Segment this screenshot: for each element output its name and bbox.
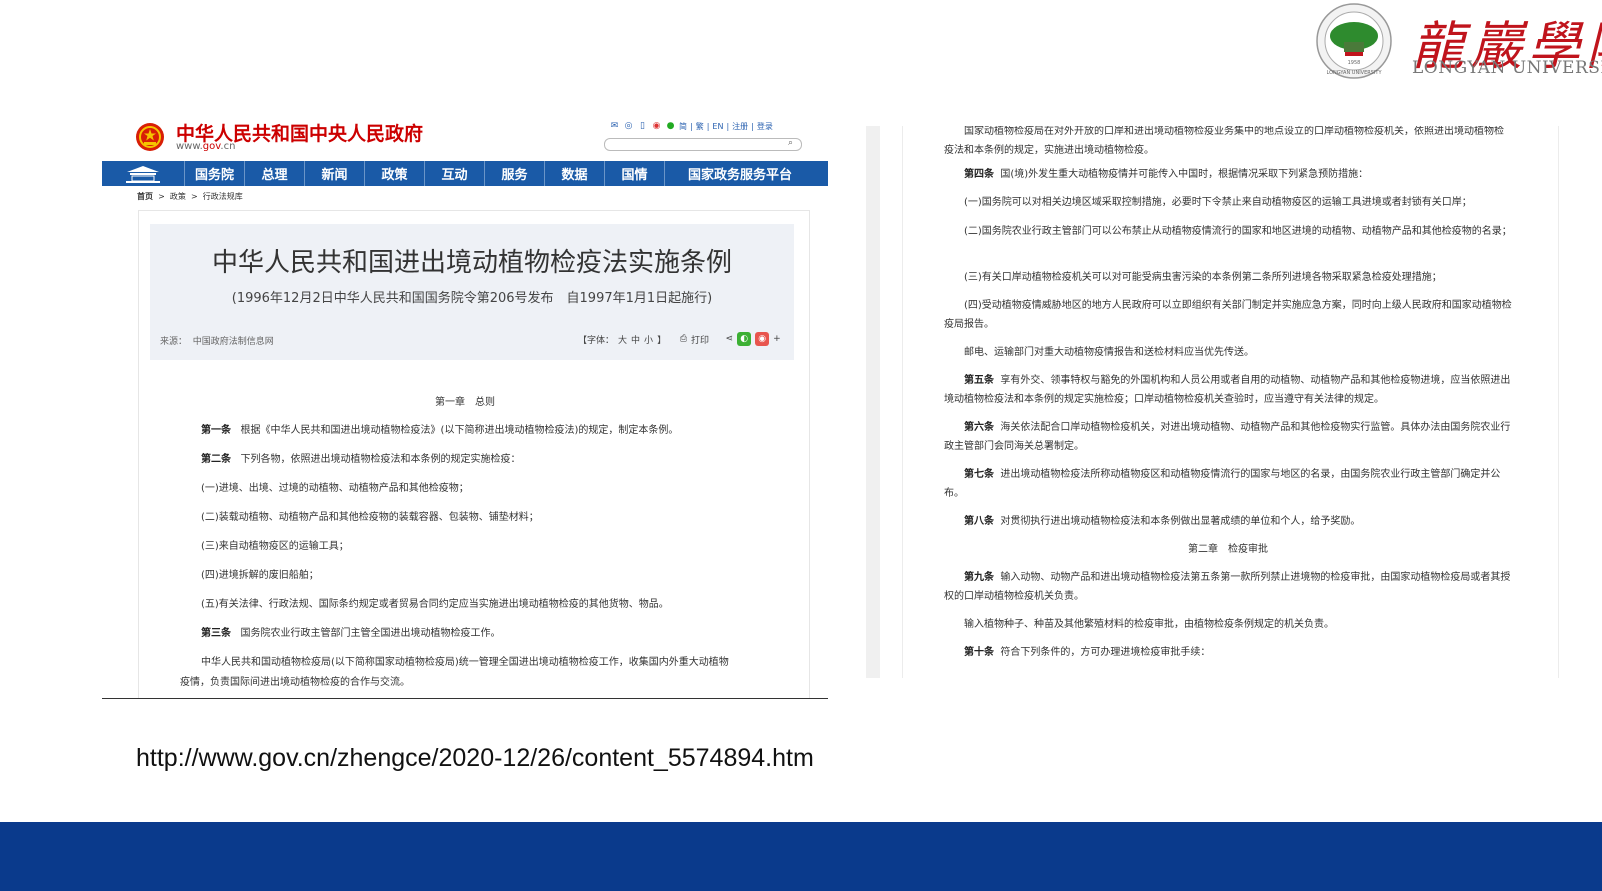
breadcrumb-law-library[interactable]: 行政法规库 [203, 192, 243, 201]
regulation-paragraph: 邮电、运输部门对重大动植物疫情报告和送检材料应当优先传送。 [964, 347, 1254, 358]
print-icon[interactable]: ⎙ [680, 334, 687, 344]
page-title: 中华人民共和国进出境动植物检疫法实施条例 [211, 248, 732, 278]
gov-page-screenshot: 中华人民共和国中央人民政府 www.gov.cn ✉ ◎ ▯ ◉ ● 简 | 繁… [102, 113, 828, 699]
article-paragraph: (三)来自动植物疫区的运输工具； [201, 541, 349, 552]
nav-data[interactable]: 数据 [545, 161, 605, 186]
search-input[interactable] [604, 138, 802, 151]
svg-text:LONGYAN UNIVERSITY: LONGYAN UNIVERSITY [1326, 70, 1382, 76]
link-english[interactable]: EN [712, 122, 723, 131]
nav-home-icon[interactable] [102, 161, 185, 186]
nav-premier[interactable]: 总理 [245, 161, 305, 186]
regulation-paragraph: 第八条 对贯彻执行进出境动植物检疫法和本条例做出显著成绩的单位和个人，给予奖励。 [964, 516, 1361, 527]
more-share-button[interactable]: + [773, 334, 781, 344]
breadcrumb-policy[interactable]: 政策 [170, 192, 186, 201]
chapter-heading: 第二章 检疫审批 [1188, 544, 1268, 555]
weibo-icon[interactable]: ◉ [651, 122, 662, 131]
regulation-paragraph: 第四条 国(境)外发生重大动植物疫情并可能传入中国时，根据情况采取下列紧急预防措… [964, 169, 1369, 180]
regulation-continuation: 国家动植物检疫局在对外开放的口岸和进出境动植物检疫业务集中的地点设立的口岸动植物… [866, 126, 1560, 678]
mail-icon[interactable]: ✉ [609, 122, 620, 131]
regulation-paragraph: (三)有关口岸动植物检疫机关可以对可能受病虫害污染的本条例第二条所列进境各物采取… [964, 272, 1442, 283]
nav-national-info[interactable]: 国情 [605, 161, 665, 186]
link-simplified[interactable]: 简 [679, 121, 687, 132]
nav-news[interactable]: 新闻 [305, 161, 365, 186]
chapter-heading: 第一章 总则 [435, 397, 495, 408]
link-traditional[interactable]: 繁 [696, 121, 704, 132]
breadcrumb: 首页 > 政策 > 行政法规库 [137, 192, 243, 201]
footer-band [0, 822, 1602, 891]
article-header: 中华人民共和国进出境动植物检疫法实施条例 (1996年12月2日中华人民共和国国… [150, 224, 794, 360]
regulation-paragraph: 输入植物种子、种苗及其他繁殖材料的检疫审批，由植物检疫条例规定的机关负责。 [964, 619, 1334, 630]
wechat-icon[interactable]: ● [665, 122, 676, 131]
search-icon[interactable]: ⌕ [788, 138, 793, 148]
source-url-caption[interactable]: http://www.gov.cn/zhengce/2020-12/26/con… [136, 744, 814, 773]
font-size-small[interactable]: 小 [644, 333, 653, 346]
university-seal-icon: 1958 LONGYAN UNIVERSITY [1316, 3, 1392, 79]
article-source: 来源： 中国政府法制信息网 [160, 337, 274, 347]
mobile-icon[interactable]: ▯ [637, 122, 648, 131]
article-paragraph: 第一条 根据《中华人民共和国进出境动植物检疫法》(以下简称进出境动植物检疫法)的… [201, 425, 679, 436]
link-login[interactable]: 登录 [757, 121, 773, 132]
nav-state-council[interactable]: 国务院 [185, 161, 245, 186]
nav-service[interactable]: 服务 [485, 161, 545, 186]
print-button[interactable]: 打印 [691, 333, 709, 346]
article-paragraph: (四)进境拆解的废旧船舶； [201, 570, 319, 581]
article-paragraph: 第二条 下列各物，依照进出境动植物检疫法和本条例的规定实施检疫： [201, 454, 521, 465]
message-icon[interactable]: ◎ [623, 122, 634, 131]
scroll-track[interactable] [866, 126, 880, 678]
article-tools: 【字体： 大 中 小 】 ⎙ 打印 ⋖ ◐ ◉ + [578, 332, 781, 346]
nav-service-platform[interactable]: 国家政务服务平台 [665, 161, 815, 186]
font-size-medium[interactable]: 中 [631, 333, 640, 346]
article-paragraph: (一)进境、出境、过境的动植物、动植物产品和其他检疫物； [201, 483, 469, 494]
regulation-paragraph: (二)国务院农业行政主管部门可以公布禁止从动植物疫情流行的国家和地区进境的动植物… [964, 226, 1512, 237]
article-paragraph: 第三条 国务院农业行政主管部门主管全国进出境动植物检疫工作。 [201, 628, 501, 639]
link-register[interactable]: 注册 [732, 121, 748, 132]
svg-text:1958: 1958 [1348, 60, 1361, 66]
regulation-paragraph: 第五条 享有外交、领事特权与豁免的外国机构和人员公用或者自用的动植物、动植物产品… [944, 375, 1511, 405]
page-subtitle: (1996年12月2日中华人民共和国国务院令第206号发布 自1997年1月1日… [231, 291, 713, 306]
regulation-paragraph: 第九条 输入动物、动物产品和进出境动植物检疫法第五条第一款所列禁止进境物的检疫审… [944, 572, 1511, 602]
article-paragraph: 中华人民共和国动植物检疫局(以下简称国家动植物检疫局)统一管理全国进出境动植物检… [201, 657, 729, 668]
weibo-share-icon[interactable]: ◉ [755, 332, 770, 346]
article-paragraph: (二)装载动植物、动植物产品和其他检疫物的装载容器、包装物、铺垫材料； [201, 512, 539, 523]
university-name-en: LONGYAN UNIVERSITY [1412, 58, 1602, 78]
divider [1558, 126, 1559, 678]
divider [902, 126, 903, 678]
regulation-paragraph: (一)国务院可以对相关边境区域采取控制措施，必要时下令禁止来自动植物疫区的运输工… [964, 197, 1472, 208]
regulation-paragraph: (四)受动植物疫情威胁地区的地方人民政府可以立即组织有关部门制定并实施应急方案，… [944, 300, 1512, 330]
share-icon[interactable]: ⋖ [726, 334, 734, 344]
article-paragraph: (五)有关法律、行政法规、国际条约规定或者贸易合同约定应当实施进出境动植物检疫的… [201, 599, 669, 610]
breadcrumb-home[interactable]: 首页 [137, 192, 153, 201]
main-nav: 国务院 总理 新闻 政策 互动 服务 数据 国情 国家政务服务平台 [102, 161, 828, 186]
regulation-paragraph: 第七条 进出境动植物检疫法所称动植物疫区和动植物疫情流行的国家与地区的名录，由国… [944, 469, 1501, 499]
wechat-share-icon[interactable]: ◐ [737, 332, 752, 346]
top-links: ✉ ◎ ▯ ◉ ● 简 | 繁 | EN | 注册 | 登录 [609, 121, 773, 132]
nav-interaction[interactable]: 互动 [425, 161, 485, 186]
nav-policy[interactable]: 政策 [365, 161, 425, 186]
regulation-paragraph: 国家动植物检疫局在对外开放的口岸和进出境动植物检疫业务集中的地点设立的口岸动植物… [944, 126, 1504, 156]
article-paragraph: 疫情，负责国际间进出境动植物检疫的合作与交流。 [180, 677, 410, 688]
font-size-large[interactable]: 大 [618, 333, 627, 346]
site-url[interactable]: www.gov.cn [176, 141, 235, 152]
national-emblem-icon [136, 123, 164, 151]
regulation-paragraph: 第六条 海关依法配合口岸动植物检疫机关，对进出境动植物、动植物产品和其他检疫物实… [944, 422, 1511, 452]
regulation-paragraph: 第十条 符合下列条件的，方可办理进境检疫审批手续： [964, 647, 1211, 658]
